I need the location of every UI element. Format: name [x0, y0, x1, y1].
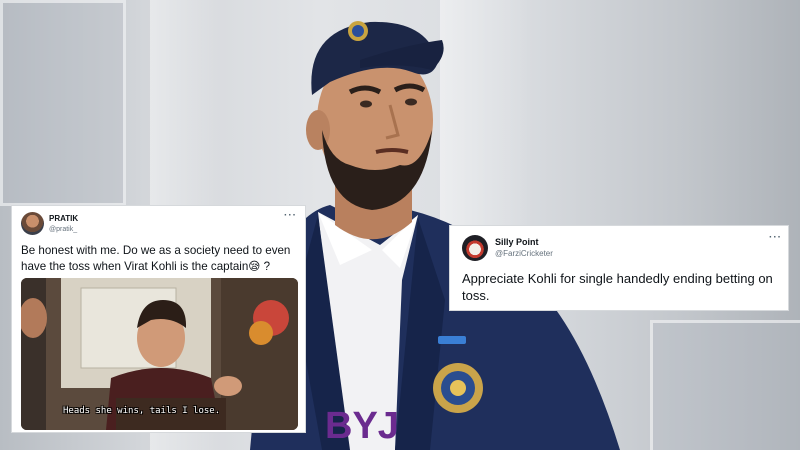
- more-options-icon[interactable]: ···: [769, 232, 782, 243]
- user-name[interactable]: Silly Point: [495, 236, 553, 248]
- sleepy-face-icon: 😪: [248, 260, 261, 273]
- tweet-header: PRATIK @pratik_: [21, 212, 78, 235]
- user-handle[interactable]: @FarziCricketer: [495, 248, 553, 260]
- avatar[interactable]: [21, 212, 44, 235]
- user-handle[interactable]: @pratik_: [49, 224, 78, 235]
- tweet-header: Silly Point @FarziCricketer: [462, 235, 553, 261]
- user-name[interactable]: PRATIK: [49, 213, 78, 224]
- pocket-square: [438, 336, 466, 344]
- tweet-card-silly-point[interactable]: Silly Point @FarziCricketer ··· Apprecia…: [449, 225, 789, 311]
- more-options-icon[interactable]: ···: [284, 210, 297, 221]
- avatar[interactable]: [462, 235, 488, 261]
- tweet-text: Appreciate Kohli for single handedly end…: [462, 271, 773, 303]
- jersey-text: BYJ: [325, 405, 399, 447]
- meme-caption: Heads she wins, tails I lose.: [63, 406, 221, 416]
- tweet-card-pratik[interactable]: PRATIK @pratik_ ··· Be honest with me. D…: [11, 205, 306, 433]
- meme-image[interactable]: Heads she wins, tails I lose.: [21, 278, 298, 430]
- tweet-text: Be honest with me. Do we as a society ne…: [21, 244, 291, 273]
